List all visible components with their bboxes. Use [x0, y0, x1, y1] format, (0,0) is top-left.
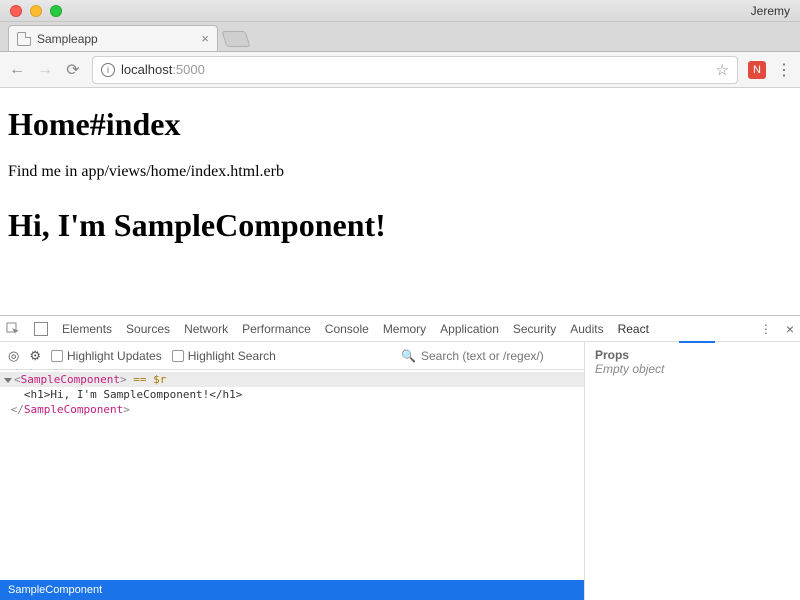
search-icon: 🔍 — [401, 349, 416, 363]
devtools-tab-security[interactable]: Security — [513, 322, 556, 336]
url-text: localhost:5000 — [121, 62, 205, 77]
page-content: Home#index Find me in app/views/home/ind… — [0, 88, 800, 252]
tab-close-icon[interactable]: × — [201, 31, 209, 46]
props-header: Props — [595, 348, 790, 362]
site-info-icon[interactable]: i — [101, 63, 115, 77]
new-tab-button[interactable] — [221, 31, 250, 47]
device-toolbar-icon[interactable] — [34, 322, 48, 336]
react-search[interactable]: 🔍 — [401, 349, 576, 363]
highlight-updates-checkbox[interactable]: Highlight Updates — [51, 349, 162, 363]
forward-button[interactable]: → — [36, 61, 54, 79]
devtools-tab-sources[interactable]: Sources — [126, 322, 170, 336]
active-tab-underline — [679, 341, 715, 343]
react-search-input[interactable] — [421, 349, 576, 363]
devtools-tab-performance[interactable]: Performance — [242, 322, 311, 336]
profile-name[interactable]: Jeremy — [751, 4, 790, 18]
devtools-menu-icon[interactable]: ⋮ — [760, 322, 772, 336]
devtools-tab-network[interactable]: Network — [184, 322, 228, 336]
scope-icon[interactable]: ◎ — [8, 348, 19, 364]
tree-node-h1[interactable]: <h1>Hi, I'm SampleComponent!</h1> — [0, 387, 584, 402]
close-window-button[interactable] — [10, 5, 22, 17]
devtools-tab-memory[interactable]: Memory — [383, 322, 426, 336]
address-bar[interactable]: i localhost:5000 ☆ — [92, 56, 738, 84]
devtools-tab-console[interactable]: Console — [325, 322, 369, 336]
component-tree[interactable]: <SampleComponent> == $r <h1>Hi, I'm Samp… — [0, 370, 584, 580]
react-tree-panel: ◎ ⚙ Highlight Updates Highlight Search 🔍… — [0, 342, 585, 600]
browser-tabstrip: Sampleapp × — [0, 22, 800, 52]
breadcrumb-status[interactable]: SampleComponent — [0, 580, 584, 600]
props-panel: Props Empty object — [585, 342, 800, 600]
reload-button[interactable]: ⟳ — [64, 60, 82, 80]
devtools-tab-elements[interactable]: Elements — [62, 322, 112, 336]
react-toolbar: ◎ ⚙ Highlight Updates Highlight Search 🔍 — [0, 342, 584, 370]
bookmark-star-icon[interactable]: ☆ — [716, 61, 729, 79]
browser-tab[interactable]: Sampleapp × — [8, 25, 218, 51]
devtools-tab-audits[interactable]: Audits — [570, 322, 603, 336]
window-controls — [10, 5, 62, 17]
back-button[interactable]: ← — [8, 61, 26, 79]
chrome-menu-icon[interactable]: ⋮ — [776, 60, 792, 80]
tree-node-samplecomponent-open[interactable]: <SampleComponent> == $r — [0, 372, 584, 387]
extension-icon[interactable]: N — [748, 61, 766, 79]
macos-titlebar: Jeremy — [0, 0, 800, 22]
tab-title: Sampleapp — [37, 32, 195, 46]
tree-node-samplecomponent-close[interactable]: </SampleComponent> — [0, 402, 584, 417]
devtools-panel: Elements Sources Network Performance Con… — [0, 315, 800, 600]
devtools-tab-react[interactable]: React — [618, 322, 649, 336]
page-heading: Home#index — [8, 106, 792, 143]
component-heading: Hi, I'm SampleComponent! — [8, 207, 792, 244]
highlight-search-checkbox[interactable]: Highlight Search — [172, 349, 276, 363]
page-subtext: Find me in app/views/home/index.html.erb — [8, 163, 792, 181]
inspect-element-icon[interactable] — [6, 322, 20, 336]
devtools-tabbar: Elements Sources Network Performance Con… — [0, 316, 800, 342]
fullscreen-window-button[interactable] — [50, 5, 62, 17]
props-empty-text: Empty object — [595, 362, 790, 376]
browser-toolbar: ← → ⟳ i localhost:5000 ☆ N ⋮ — [0, 52, 800, 88]
page-icon — [17, 32, 31, 46]
minimize-window-button[interactable] — [30, 5, 42, 17]
devtools-tab-application[interactable]: Application — [440, 322, 499, 336]
devtools-close-icon[interactable]: × — [786, 321, 794, 337]
settings-gear-icon[interactable]: ⚙ — [29, 348, 41, 364]
